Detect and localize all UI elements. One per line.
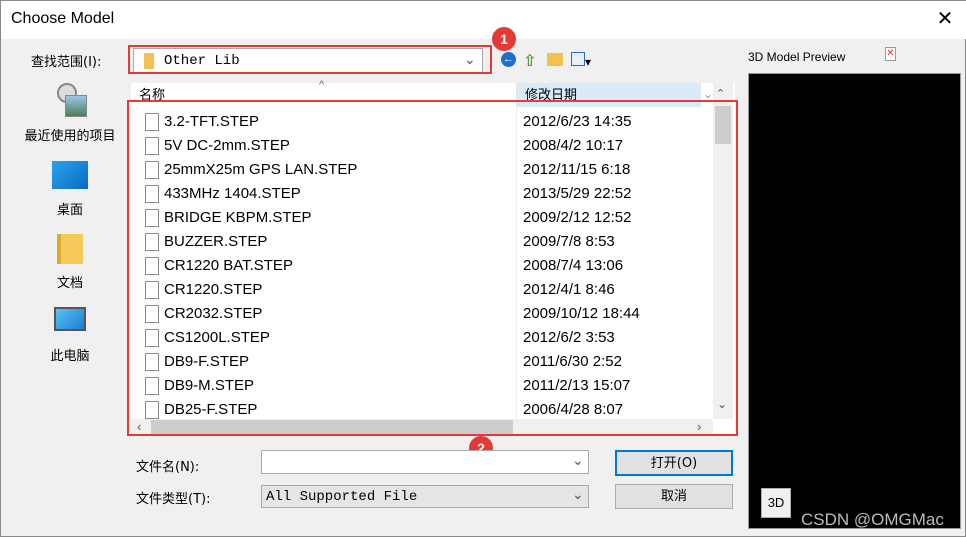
filetype-label: 文件类型(T): <box>136 492 211 507</box>
clear-preview-icon[interactable]: ✕ <box>885 47 896 61</box>
annotation-box <box>127 100 738 436</box>
place-computer[interactable]: 此电脑 <box>11 307 129 364</box>
new-folder-icon[interactable] <box>547 53 563 66</box>
back-icon[interactable]: ← <box>501 52 516 67</box>
title-bar: Choose Model ✕ <box>1 1 966 39</box>
filename-label: 文件名(N): <box>136 460 200 475</box>
filetype-value: All Supported File <box>266 489 418 505</box>
close-button[interactable]: ✕ <box>933 7 957 31</box>
filetype-select[interactable]: All Supported File ⌄ <box>261 485 589 508</box>
window-title: Choose Model <box>11 10 115 27</box>
scroll-up-icon[interactable]: ⌃ <box>716 87 725 100</box>
view-menu-icon[interactable]: ▾ <box>571 52 601 69</box>
computer-icon <box>54 307 86 331</box>
annotation-badge: 1 <box>492 27 516 51</box>
annotation-box <box>128 45 492 74</box>
chevron-down-icon: ⌄ <box>703 87 714 101</box>
chevron-down-icon: ⌄ <box>572 486 584 502</box>
chevron-down-icon: ⌄ <box>572 452 584 468</box>
recent-icon <box>53 83 87 119</box>
place-label: 最近使用的项目 <box>24 129 116 144</box>
cancel-button[interactable]: 取消 <box>615 484 733 509</box>
place-desktop[interactable]: 桌面 <box>11 161 129 218</box>
preview-title: 3D Model Preview <box>748 50 846 64</box>
place-documents[interactable]: 文档 <box>11 234 129 291</box>
place-recent[interactable]: 最近使用的项目 <box>11 83 129 144</box>
place-label: 此电脑 <box>50 349 90 364</box>
place-label: 桌面 <box>56 203 83 218</box>
desktop-icon <box>52 161 88 189</box>
up-folder-icon[interactable]: ⇧ <box>523 51 536 71</box>
open-button[interactable]: 打开(O) <box>615 450 733 476</box>
documents-icon <box>57 234 83 264</box>
sort-up-icon: ^ <box>319 79 325 91</box>
preview-viewport[interactable]: 3D CSDN @OMGMac <box>748 73 961 529</box>
3d-button[interactable]: 3D <box>761 488 791 518</box>
place-label: 文档 <box>56 276 83 291</box>
lookin-label: 查找范围(I): <box>31 55 102 70</box>
filename-input[interactable]: ⌄ <box>261 450 589 474</box>
watermark: CSDN @OMGMac <box>801 510 944 529</box>
